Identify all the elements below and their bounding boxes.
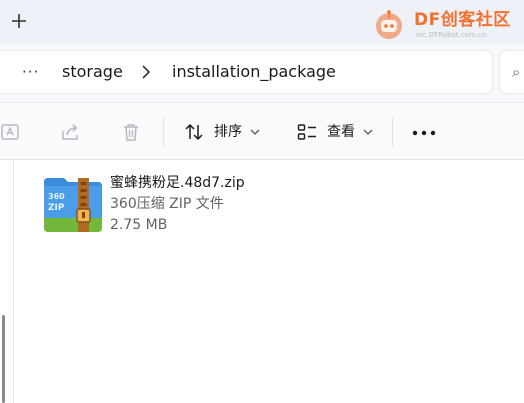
delete-button[interactable] — [120, 121, 142, 143]
svg-text:360: 360 — [48, 192, 65, 201]
toolbar-divider — [163, 117, 164, 147]
new-tab-button[interactable] — [10, 12, 28, 30]
command-bar: 排序 查看 — [0, 102, 524, 160]
chevron-down-icon — [363, 129, 373, 135]
navigation-scrollbar[interactable] — [2, 315, 5, 403]
rename-button[interactable] — [0, 121, 22, 143]
toolbar-divider — [392, 117, 393, 147]
sort-button-label: 排序 — [214, 124, 242, 140]
svg-text:ZIP: ZIP — [48, 203, 65, 213]
file-type: 360压缩 ZIP 文件 — [110, 196, 224, 212]
file-item[interactable]: 360 ZIP 蜜蜂携粉足.48d7.zip 360压缩 ZIP 文件 2.75… — [38, 170, 278, 248]
trash-icon — [124, 124, 138, 141]
rename-icon — [1, 124, 19, 140]
search-icon: ⌕ — [512, 63, 521, 81]
breadcrumb-overflow-button[interactable]: ··· — [22, 60, 39, 84]
sort-arrows-icon — [185, 123, 203, 141]
watermark: DF创客社区 mc.DFRobot.com.cn — [370, 4, 520, 44]
search-box[interactable]: ⌕ — [500, 51, 524, 93]
file-size: 2.75 MB — [110, 217, 168, 233]
more-options-button[interactable] — [412, 125, 436, 139]
breadcrumb-installation-package[interactable]: installation_package — [172, 60, 336, 84]
file-list-pane: 360 ZIP 蜜蜂携粉足.48d7.zip 360压缩 ZIP 文件 2.75… — [0, 160, 524, 403]
watermark-url: mc.DFRobot.com.cn — [416, 31, 487, 39]
file-name: 蜜蜂携粉足.48d7.zip — [110, 175, 245, 191]
share-icon — [62, 124, 78, 140]
view-button[interactable]: 查看 — [293, 117, 383, 147]
chevron-right-icon[interactable] — [140, 64, 152, 80]
watermark-brand: DF创客社区 — [414, 10, 511, 30]
breadcrumb-storage[interactable]: storage — [62, 60, 123, 84]
zip-archive-icon: 360 ZIP — [44, 178, 102, 232]
robot-logo-icon — [376, 10, 402, 39]
sort-button[interactable]: 排序 — [180, 117, 270, 147]
more-horizontal-icon — [412, 130, 436, 136]
plus-icon — [12, 14, 26, 28]
title-bar: DF创客社区 mc.DFRobot.com.cn — [0, 0, 524, 44]
chevron-down-icon — [250, 129, 260, 135]
view-list-icon — [297, 124, 316, 140]
address-bar[interactable]: ··· storage installation_package — [0, 51, 492, 93]
navigation-pane-divider[interactable] — [13, 160, 14, 403]
address-row: ··· storage installation_package ⌕ — [0, 44, 524, 102]
view-button-label: 查看 — [327, 124, 355, 140]
share-button[interactable] — [60, 121, 82, 143]
